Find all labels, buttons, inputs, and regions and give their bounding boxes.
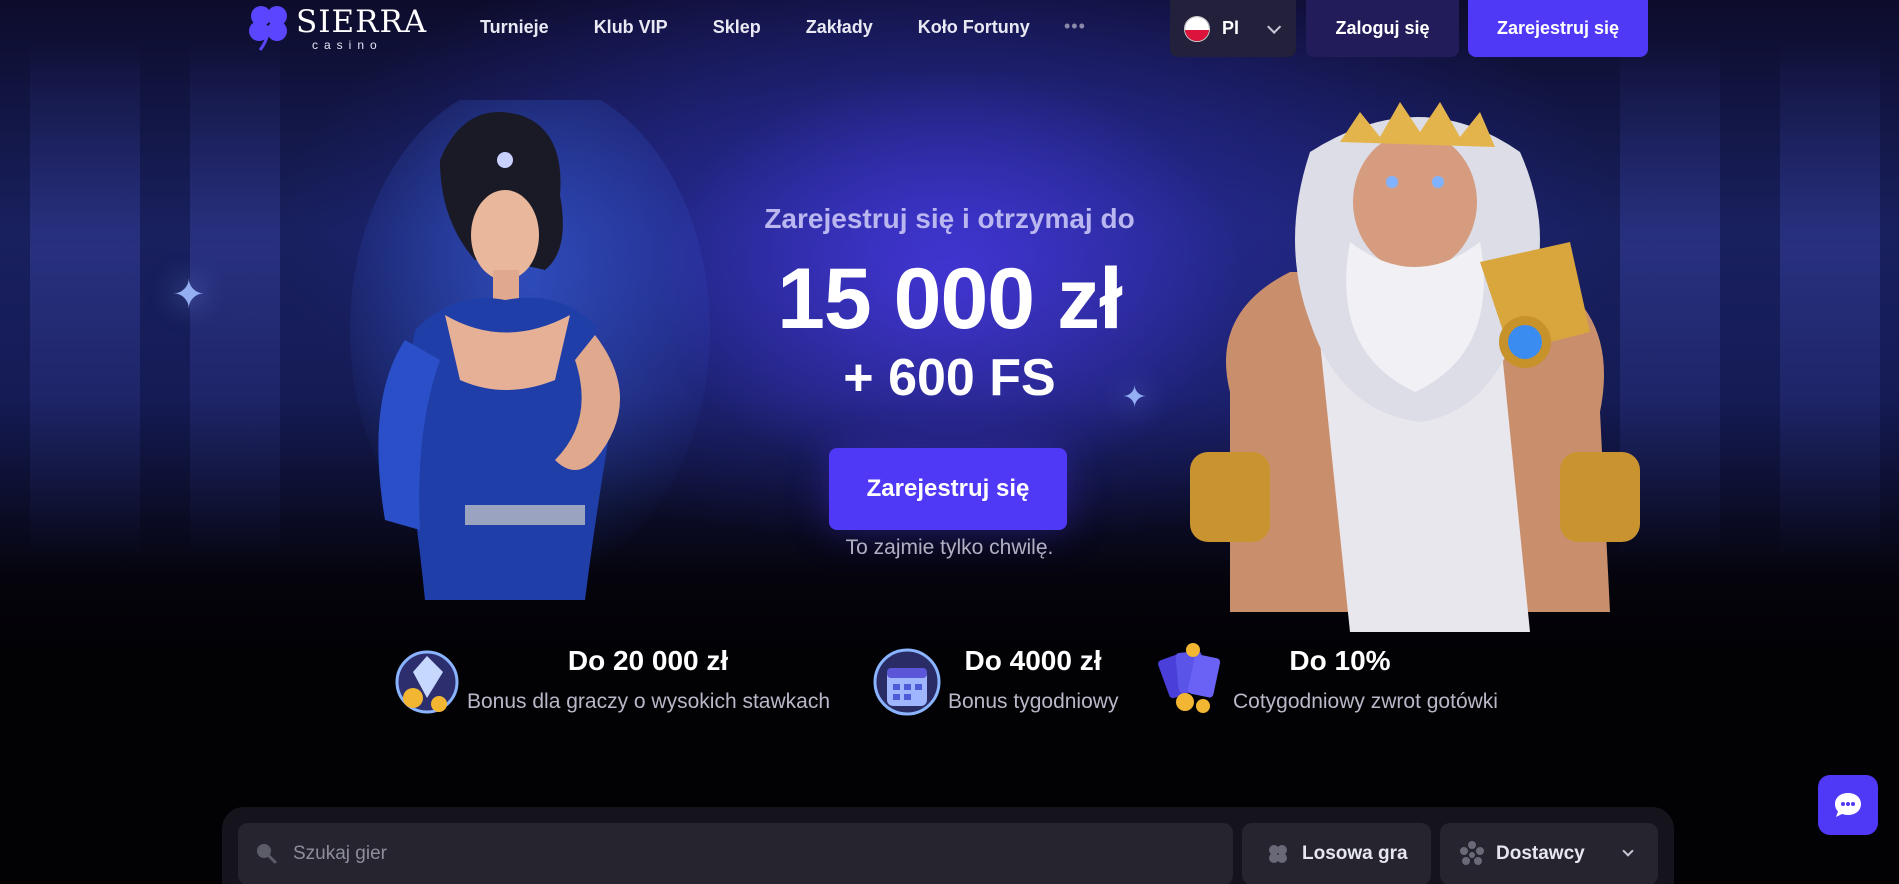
feature-highroller-bonus: Do 20 000 zł Bonus dla graczy o wysokich… xyxy=(393,640,843,720)
chevron-down-icon xyxy=(1267,19,1282,34)
feature-weekly-bonus: Do 4000 zł Bonus tygodniowy xyxy=(873,640,1133,720)
random-game-button[interactable]: Losowa gra xyxy=(1242,823,1431,884)
clover-icon xyxy=(1269,845,1287,863)
clover-logo-icon xyxy=(249,6,287,51)
calendar-icon xyxy=(873,648,941,716)
nav-item-vip-club[interactable]: Klub VIP xyxy=(594,17,668,38)
providers-dropdown[interactable]: Dostawcy xyxy=(1440,823,1658,884)
feature-title: Do 4000 zł xyxy=(964,645,1102,676)
nav-item-wheel-of-fortune[interactable]: Koło Fortuny xyxy=(918,17,1030,38)
search-input[interactable] xyxy=(238,823,1233,884)
providers-label: Dostawcy xyxy=(1496,843,1585,864)
diamond-coin-icon xyxy=(395,650,459,714)
chat-icon xyxy=(1835,793,1861,817)
logo-subtitle: casino xyxy=(312,38,383,52)
random-game-label: Losowa gra xyxy=(1302,843,1408,864)
register-button[interactable]: Zarejestruj się xyxy=(1468,0,1648,57)
main-nav: Turnieje Klub VIP Sklep Zakłady Koło For… xyxy=(480,17,1075,38)
chat-button[interactable] xyxy=(1818,775,1878,835)
language-selector[interactable]: Pl xyxy=(1170,0,1296,57)
feature-description: Bonus tygodniowy xyxy=(948,690,1119,713)
search-icon xyxy=(257,844,277,864)
nav-item-tournaments[interactable]: Turnieje xyxy=(480,17,549,38)
feature-title: Do 10% xyxy=(1289,645,1391,676)
logo-wordmark: SIERRA xyxy=(296,4,428,40)
hero-free-spins: + 600 FS xyxy=(843,349,1056,407)
nav-item-shop[interactable]: Sklep xyxy=(713,17,761,38)
feature-description: Bonus dla graczy o wysokich stawkach xyxy=(467,690,830,713)
login-button[interactable]: Zaloguj się xyxy=(1306,0,1459,57)
hero-subtitle: Zarejestruj się i otrzymaj do xyxy=(764,203,1135,234)
feature-title: Do 20 000 zł xyxy=(567,645,729,676)
site-header: SIERRA casino Turnieje Klub VIP Sklep Za… xyxy=(0,0,1899,58)
poland-flag-icon xyxy=(1184,15,1210,42)
hero-bonus-amount: 15 000 zł xyxy=(777,251,1123,347)
language-code: Pl xyxy=(1222,18,1240,38)
feature-cashback: Do 10% Cotygodniowy zwrot gotówki xyxy=(1155,640,1515,720)
nav-item-betting[interactable]: Zakłady xyxy=(806,17,873,38)
hero-note: To zajmie tylko chwilę. xyxy=(845,536,1054,559)
providers-icon xyxy=(1460,841,1484,865)
chevron-down-icon xyxy=(1622,845,1634,857)
logo[interactable]: SIERRA casino xyxy=(246,2,426,54)
feature-description: Cotygodniowy zwrot gotówki xyxy=(1233,690,1498,713)
hero-register-button[interactable]: Zarejestruj się xyxy=(829,448,1067,530)
more-menu-icon[interactable]: ••• xyxy=(1064,16,1086,37)
